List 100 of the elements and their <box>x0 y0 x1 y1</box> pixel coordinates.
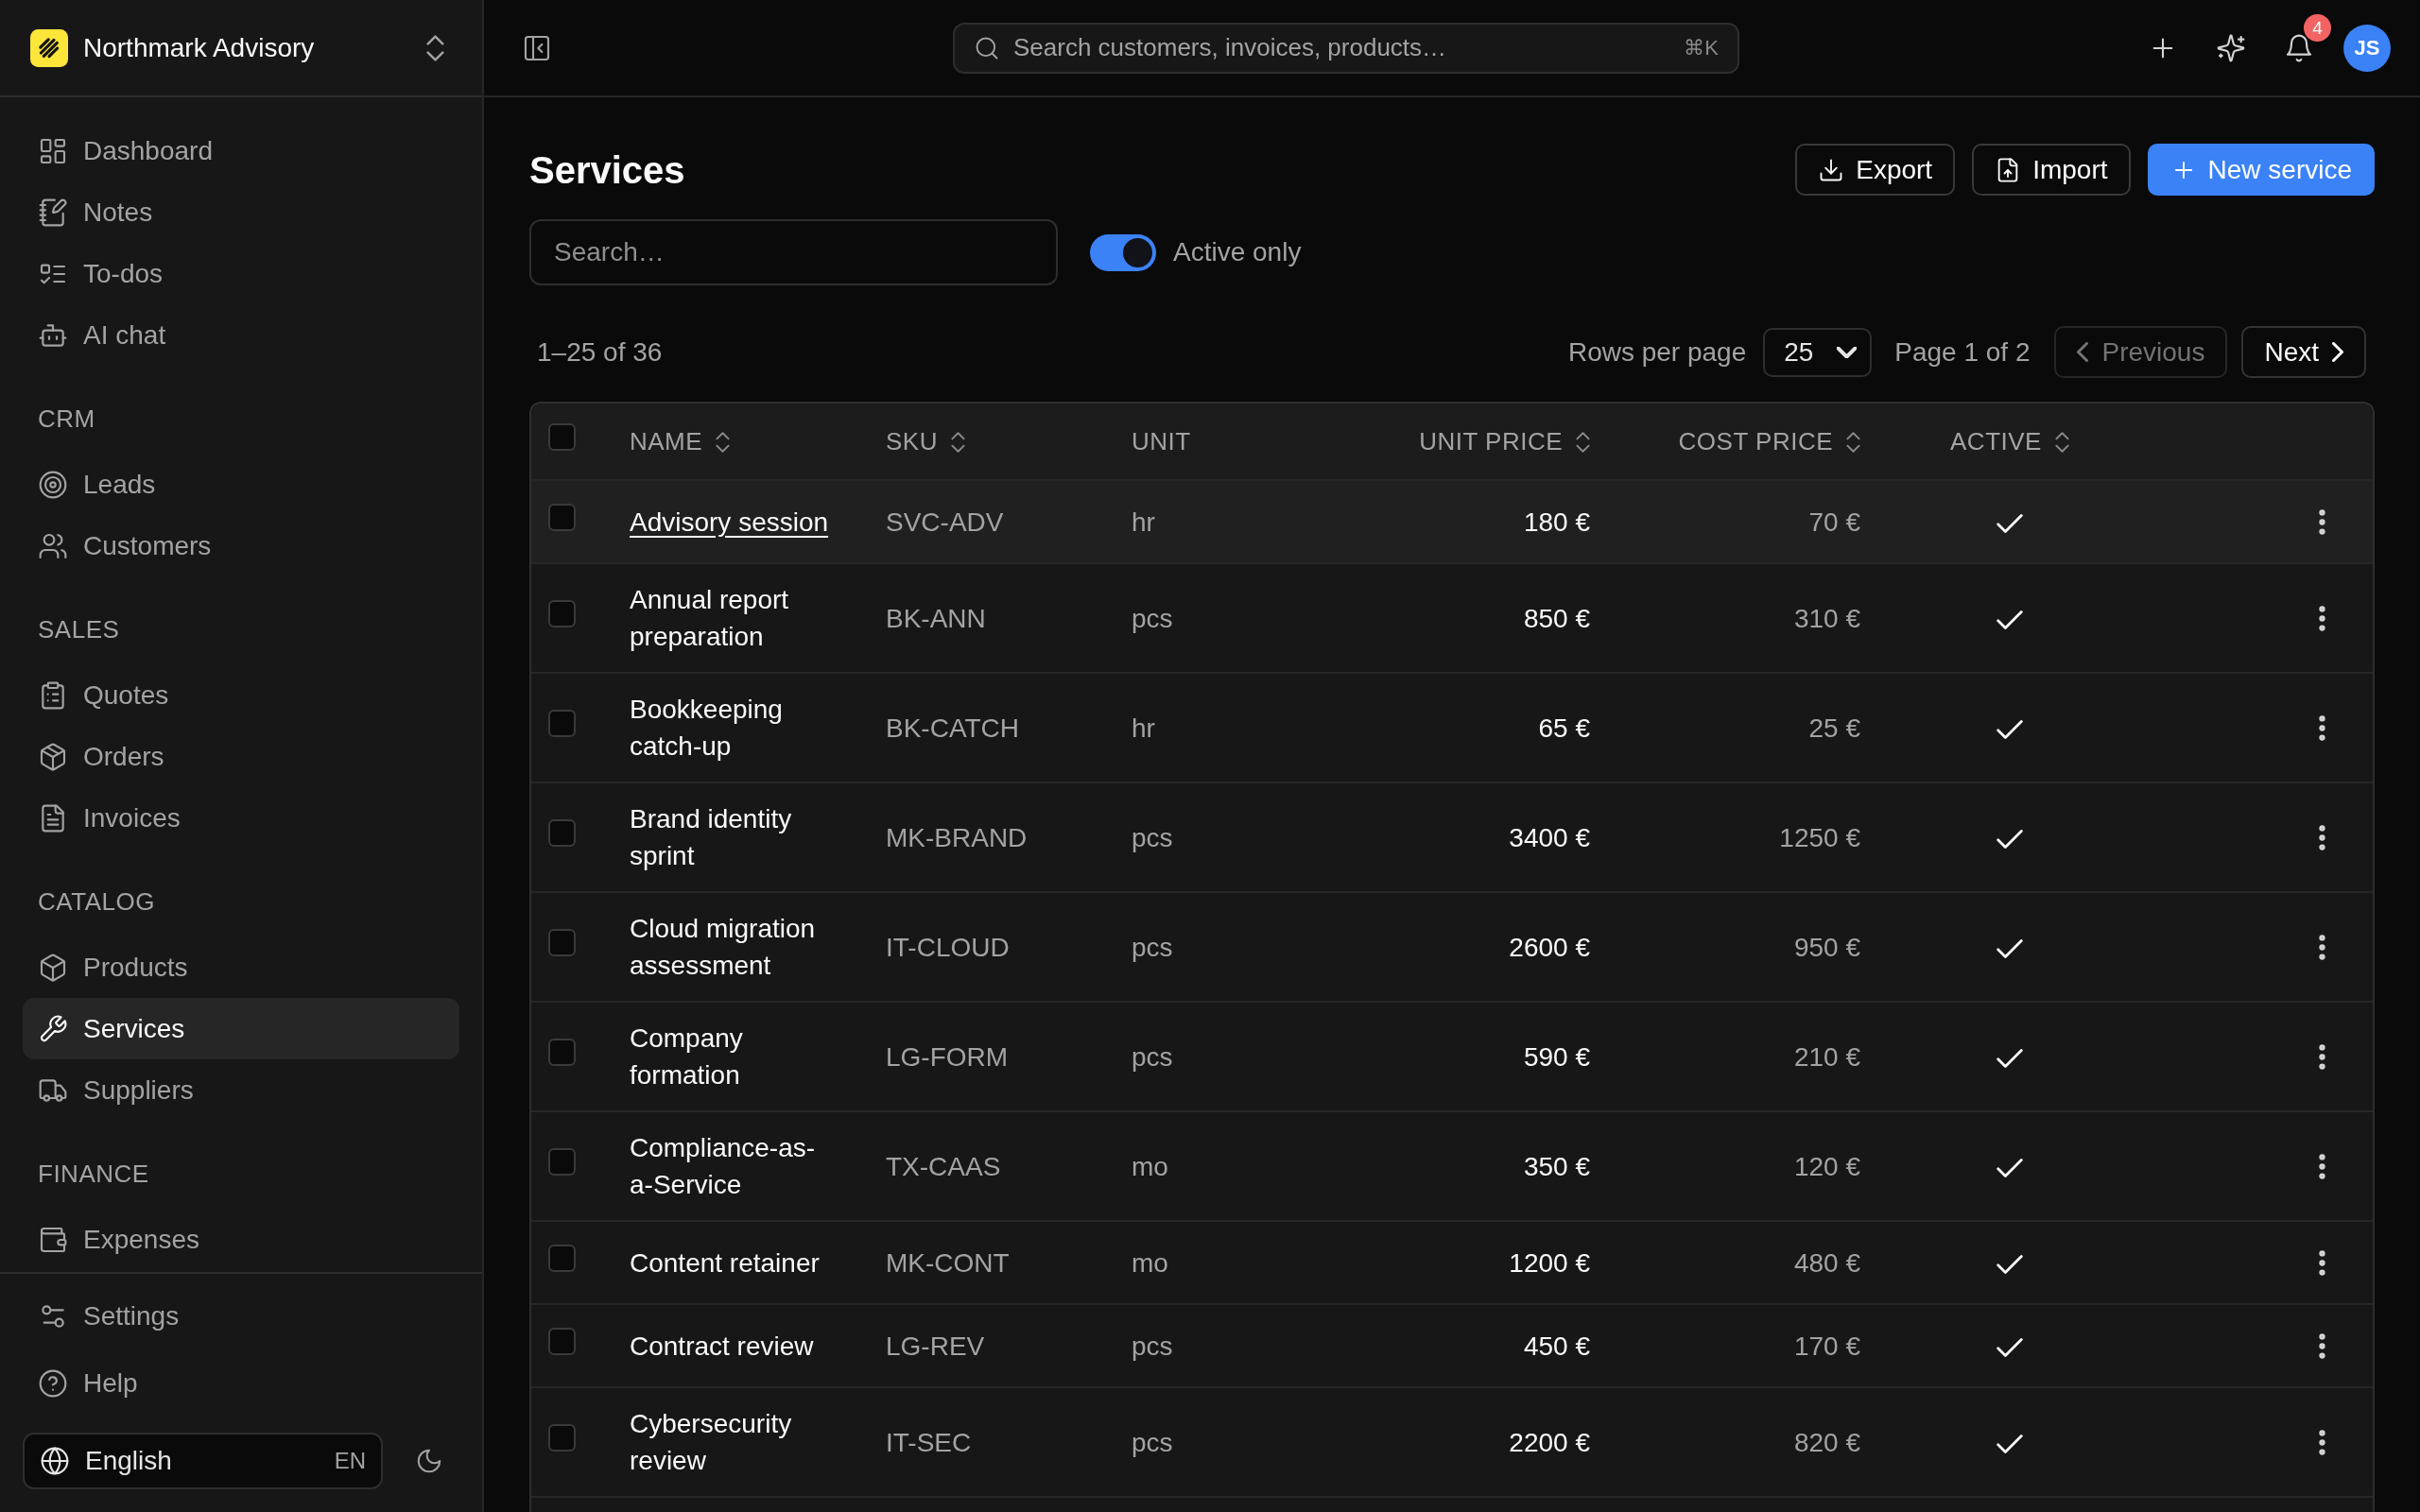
cost-price-value: 70 € <box>1808 507 1860 537</box>
cost-price-value: 210 € <box>1793 1041 1860 1072</box>
more-icon <box>2318 715 2325 742</box>
service-name-link[interactable]: Brand identity sprint <box>630 800 837 874</box>
service-name-link[interactable]: Bookkeeping catch-up <box>630 691 837 765</box>
service-name-link[interactable]: Cybersecurity review <box>630 1405 837 1479</box>
service-name-link[interactable]: Advisory session <box>630 503 837 541</box>
row-checkbox[interactable] <box>548 1244 576 1272</box>
chevrons-up-down-icon <box>426 34 444 61</box>
unit-value: mo <box>1132 1247 1168 1278</box>
nav-item[interactable]: Suppliers <box>23 1059 459 1121</box>
package-icon <box>38 741 68 772</box>
section-heading: CATALOG <box>37 886 156 918</box>
chevron-down-icon <box>1837 346 1858 358</box>
service-name-link[interactable]: Company formation <box>630 1020 837 1093</box>
chevron-left-icon <box>2077 342 2089 362</box>
column-header[interactable]: COST PRICE <box>1678 427 1860 457</box>
more-icon <box>2318 1250 2325 1277</box>
row-checkbox[interactable] <box>548 1423 576 1452</box>
unit-value: hr <box>1132 713 1155 743</box>
sku-value: LG-FORM <box>886 1041 1009 1072</box>
target-icon <box>38 469 68 500</box>
unit-price-value: 2600 € <box>1509 932 1590 962</box>
nav-item[interactable]: Products <box>23 936 459 998</box>
row-checkbox[interactable] <box>548 503 576 531</box>
row-checkbox[interactable] <box>548 599 576 627</box>
sort-icon <box>1576 431 1590 453</box>
sku-value: LG-REV <box>886 1331 985 1361</box>
more-icon <box>2318 1430 2325 1456</box>
service-name-link[interactable]: Annual report preparation <box>630 581 837 655</box>
row-checkbox[interactable] <box>548 818 576 847</box>
sku-value: TX-CAAS <box>886 1151 1001 1181</box>
next-button[interactable]: Next <box>2241 326 2366 378</box>
sku-value: IT-CLOUD <box>886 932 1010 962</box>
notification-badge: 4 <box>2304 13 2331 42</box>
search-field[interactable]: Search… <box>529 219 1058 285</box>
section-heading: SALES <box>37 614 121 645</box>
page-indicator: Page 1 of 2 <box>1894 336 2031 368</box>
nav-item[interactable]: Services <box>23 998 459 1059</box>
unit-price-value: 65 € <box>1538 713 1590 743</box>
nav-item[interactable]: Leads <box>23 454 459 515</box>
sku-value: SVC-ADV <box>886 507 1004 537</box>
sort-icon <box>716 431 731 453</box>
rows-per-page-label: Rows per page <box>1567 336 1747 368</box>
row-checkbox[interactable] <box>548 1327 576 1355</box>
sort-icon <box>2054 431 2069 453</box>
nav-item[interactable]: AI chat <box>23 304 459 366</box>
unit-price-value: 180 € <box>1523 507 1590 537</box>
unit-price-value: 1200 € <box>1509 1247 1590 1278</box>
cost-price-value: 480 € <box>1793 1247 1860 1278</box>
row-checkbox[interactable] <box>548 1147 576 1176</box>
more-icon <box>2318 509 2325 536</box>
unit-price-value: 850 € <box>1523 603 1590 633</box>
nav-item[interactable]: Invoices <box>23 787 459 849</box>
column-header[interactable]: UNIT PRICE <box>1419 427 1590 457</box>
new-service-button[interactable]: New service <box>2147 144 2375 196</box>
user-avatar[interactable]: JS <box>2343 24 2391 72</box>
row-checkbox[interactable] <box>548 928 576 956</box>
toggle-label: Active only <box>1173 237 1302 267</box>
unit-price-value: 2200 € <box>1509 1427 1590 1457</box>
import-button[interactable]: Import <box>1972 144 2131 196</box>
more-icon <box>2318 935 2325 961</box>
box-icon <box>38 952 68 983</box>
column-header[interactable]: ACTIVE <box>1950 427 2069 457</box>
cost-price-value: 170 € <box>1793 1331 1860 1361</box>
service-name-link[interactable]: Content retainer <box>630 1244 837 1281</box>
nav-item[interactable]: To-dos <box>23 243 459 304</box>
nav-item[interactable]: Expenses <box>23 1209 459 1270</box>
bell-icon <box>2284 32 2314 63</box>
row-checkbox[interactable] <box>548 1038 576 1066</box>
language-select[interactable]: English EN <box>23 1433 383 1489</box>
rows-per-page-select[interactable]: 25 <box>1763 327 1873 377</box>
row-checkbox[interactable] <box>548 709 576 737</box>
column-header[interactable]: SKU <box>886 427 965 457</box>
column-header[interactable]: NAME <box>630 427 731 457</box>
nav-item[interactable]: Customers <box>23 515 459 576</box>
service-name-link[interactable]: Compliance-as-a-Service <box>630 1129 837 1203</box>
service-name-link[interactable]: Contract review <box>630 1327 837 1365</box>
unit-value: pcs <box>1132 603 1173 633</box>
more-icon <box>2318 1154 2325 1180</box>
moon-icon <box>415 1447 443 1475</box>
nav-item[interactable]: Settings <box>23 1285 459 1347</box>
nav-item[interactable]: Notes <box>23 181 459 243</box>
unit-value: pcs <box>1132 1427 1173 1457</box>
active-only-toggle[interactable] <box>1090 233 1156 271</box>
nav-item[interactable]: Dashboard <box>23 120 459 181</box>
export-button[interactable]: Export <box>1795 144 1956 196</box>
workspace-switcher[interactable]: Northmark Advisory <box>30 19 444 77</box>
globe-icon <box>40 1446 70 1476</box>
unit-value: mo <box>1132 1151 1168 1181</box>
nav-item[interactable]: Quotes <box>23 664 459 726</box>
more-icon <box>2318 1333 2325 1360</box>
sparkles-icon <box>2216 32 2246 63</box>
logo-icon <box>30 28 68 67</box>
service-name-link[interactable]: Cloud migration assessment <box>630 910 837 984</box>
more-icon <box>2318 606 2325 632</box>
nav-item[interactable]: Help <box>23 1352 459 1414</box>
nav-item[interactable]: Orders <box>23 726 459 787</box>
help-icon <box>38 1367 68 1399</box>
select-all-checkbox[interactable] <box>548 422 576 451</box>
